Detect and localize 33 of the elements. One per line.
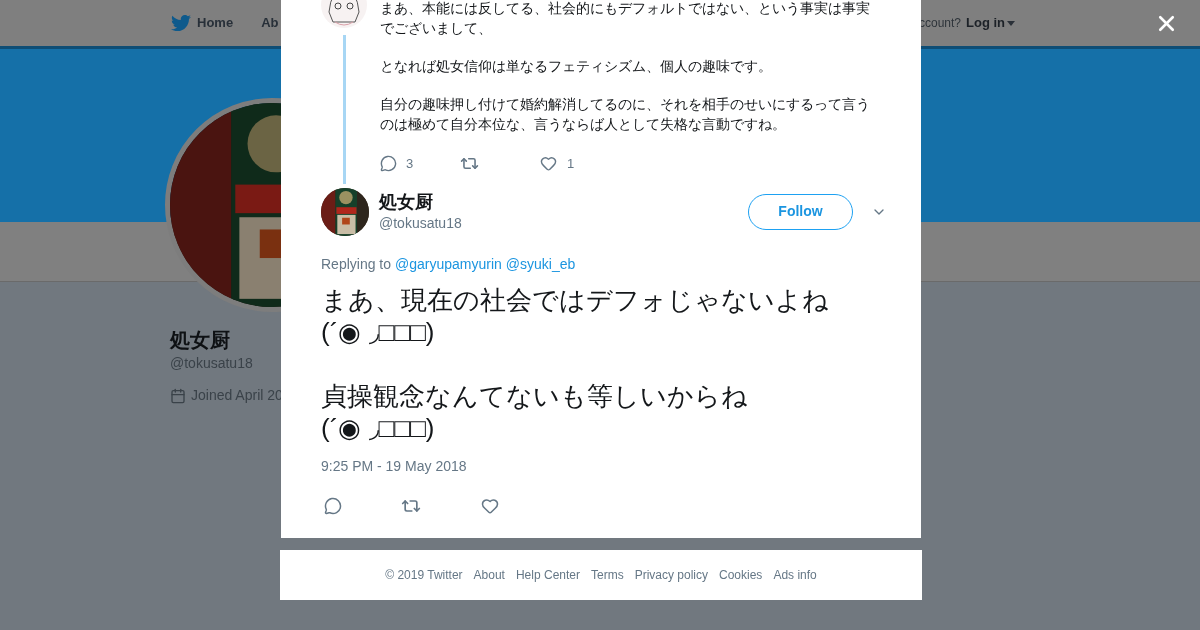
footer-link[interactable]: Privacy policy — [634, 566, 708, 584]
caret-icon — [1007, 20, 1015, 26]
nav-link[interactable]: Home — [171, 13, 234, 33]
bird-icon — [171, 13, 191, 33]
calendar-icon — [170, 387, 186, 404]
footer-link[interactable]: Ads info — [773, 566, 817, 584]
footer-link[interactable]: Terms — [591, 566, 624, 584]
footer-link[interactable]: Help Center — [515, 566, 580, 584]
reply-count: 3 — [406, 155, 414, 173]
footer-link[interactable]: Cookies — [719, 566, 763, 584]
reply-icon[interactable] — [324, 496, 342, 515]
profile-handle: @tokusatu18 — [170, 354, 253, 373]
replying-label: Replying to — [321, 254, 392, 274]
footer-link[interactable]: About — [473, 566, 505, 584]
tweet-text: まあ、本能には反してる、社会的にもデフォルトではない、という事実は事実でございまして、 — [380, 0, 871, 38]
user-name[interactable]: 処女厨 — [379, 190, 462, 213]
nav-link[interactable]: Ab — [261, 13, 279, 33]
reply-icon[interactable] — [380, 155, 397, 173]
mention-link[interactable]: @garyupamyurin — [395, 253, 502, 274]
mention-link[interactable]: @syuki_eb — [505, 253, 576, 274]
footer-link[interactable]: © 2019 Twitter — [385, 566, 463, 584]
tweet-text: 貞操観念なんてないも等しいからね (´◉ ◞□□□) — [321, 379, 749, 444]
tweet-text: まあ、現在の社会ではデフォじゃないよね (´◉ ◞□□□) — [321, 283, 830, 348]
heart-icon[interactable] — [481, 496, 499, 515]
user-avatar[interactable] — [321, 187, 369, 236]
tweet-text: 自分の趣味押し付けて婚約解消してるのに、それを相手のせいにするって言うのは極めて自分本位な、言うならば人として失格な言動ですね。 — [380, 95, 871, 134]
user-handle[interactable]: @tokusatu18 — [379, 212, 462, 233]
tweet-text: となれば処女信仰は単なるフェティシズム、個人の趣味です。 — [380, 57, 773, 76]
tweet-timestamp[interactable]: 9:25 PM - 19 May 2018 — [321, 457, 881, 474]
login-button[interactable]: Log in — [966, 13, 1015, 33]
profile-name: 処女厨 — [170, 328, 230, 353]
like-count: 1 — [567, 155, 575, 173]
heart-icon[interactable] — [540, 155, 557, 173]
